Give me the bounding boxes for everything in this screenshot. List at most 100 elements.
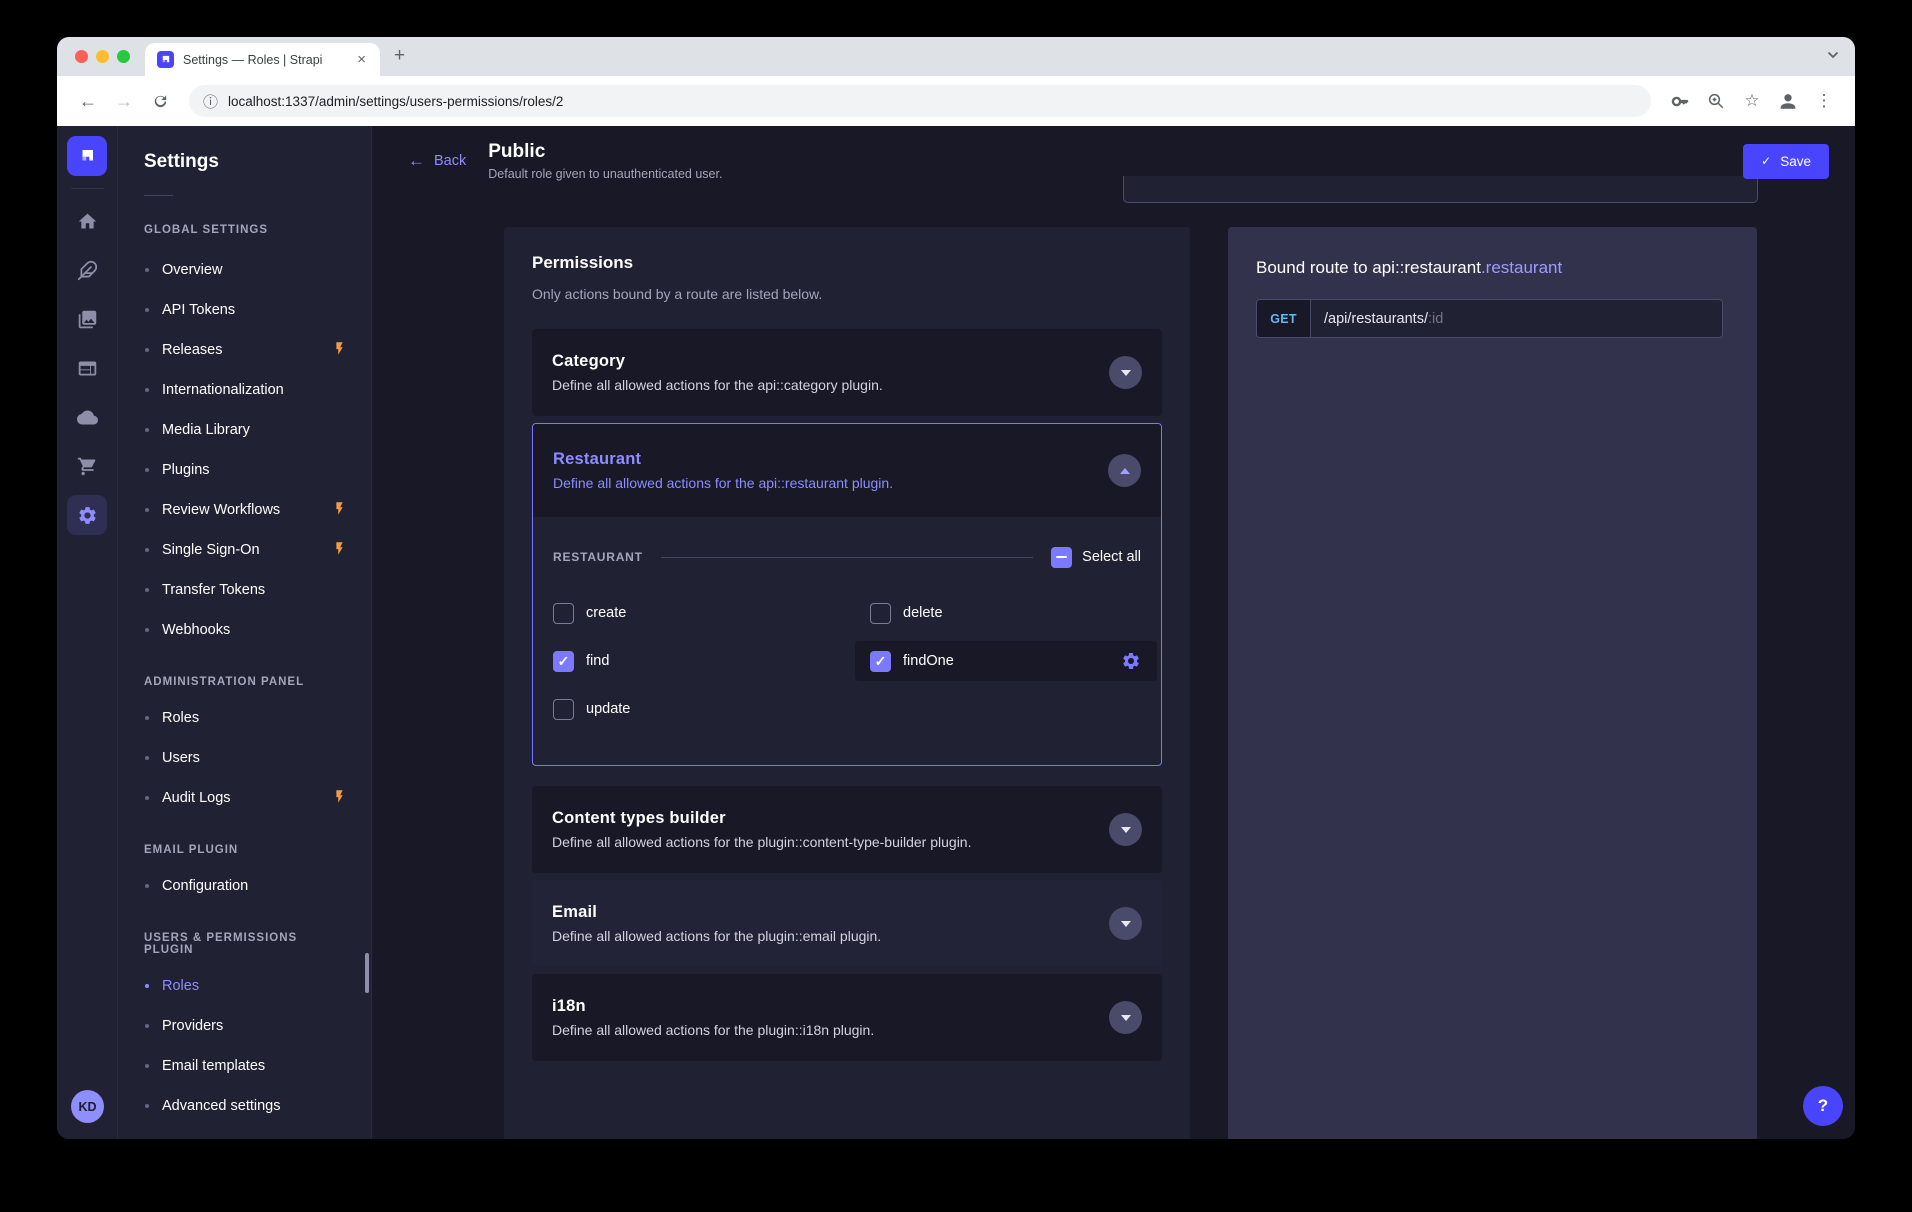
sidebar-scrollbar[interactable] — [365, 953, 369, 993]
close-window-button[interactable] — [75, 50, 88, 63]
group-label: RESTAURANT — [553, 550, 643, 564]
collapse-chevron-button[interactable] — [1108, 454, 1141, 487]
accordion-restaurant-header[interactable]: Restaurant Define all allowed actions fo… — [533, 424, 1161, 517]
expand-chevron-button[interactable] — [1109, 907, 1142, 940]
strapi-logo-button[interactable] — [67, 136, 107, 176]
chevron-down-icon — [1121, 827, 1131, 833]
permission-findone[interactable]: ✓ findOne — [855, 641, 1157, 681]
permission-find[interactable]: ✓ find — [553, 649, 870, 673]
tab-close-icon[interactable]: × — [353, 50, 370, 69]
accordion-i18n: i18n Define all allowed actions for the … — [532, 974, 1162, 1061]
content-manager-feather-icon[interactable] — [67, 250, 107, 290]
title-block: Public Default role given to unauthentic… — [488, 141, 722, 181]
select-all-checkbox[interactable] — [1051, 547, 1072, 568]
save-button[interactable]: ✓ Save — [1743, 144, 1829, 179]
sidebar-item-single-sign-on[interactable]: Single Sign-On — [118, 530, 371, 570]
sidebar-item-internationalization[interactable]: Internationalization — [118, 370, 371, 410]
permission-update[interactable]: ✓ update — [553, 697, 870, 721]
expand-chevron-button[interactable] — [1109, 1001, 1142, 1034]
new-tab-button[interactable]: + — [394, 45, 405, 67]
select-all-control[interactable]: Select all — [1051, 547, 1141, 568]
section-email-plugin: EMAIL PLUGIN — [144, 844, 345, 856]
home-icon[interactable] — [67, 201, 107, 241]
browser-tab[interactable]: Settings — Roles | Strapi × — [145, 43, 380, 76]
accordion-list: Category Define all allowed actions for … — [532, 329, 1162, 1061]
bolt-icon — [332, 501, 347, 520]
sidebar-item-admin-users[interactable]: Users — [118, 738, 371, 778]
restaurant-group-row: RESTAURANT Select all — [553, 545, 1141, 569]
accordion-i18n-header[interactable]: i18n Define all allowed actions for the … — [532, 974, 1162, 1061]
page-header: ← Back Public Default role given to unau… — [372, 126, 1855, 196]
bolt-icon — [332, 341, 347, 360]
help-button[interactable]: ? — [1803, 1086, 1843, 1126]
permission-delete[interactable]: ✓ delete — [870, 601, 1141, 625]
sidebar-item-overview[interactable]: Overview — [118, 250, 371, 290]
profile-avatar-icon[interactable] — [1773, 86, 1803, 116]
sidebar-title: Settings — [144, 150, 371, 174]
delete-checkbox[interactable]: ✓ — [870, 603, 891, 624]
sidebar-item-releases[interactable]: Releases — [118, 330, 371, 370]
bullet-dot — [145, 628, 149, 632]
site-info-icon[interactable]: ⓘ — [203, 91, 218, 112]
http-method-badge: GET — [1257, 300, 1311, 337]
settings-gear-icon[interactable] — [67, 495, 107, 535]
browser-menu-icon[interactable]: ⋮ — [1809, 86, 1839, 116]
zoom-in-icon[interactable] — [1701, 86, 1731, 116]
sidebar-item-email-templates[interactable]: Email templates — [118, 1046, 371, 1086]
sidebar-item-api-tokens[interactable]: API Tokens — [118, 290, 371, 330]
route-param: :id — [1428, 311, 1443, 327]
update-checkbox[interactable]: ✓ — [553, 699, 574, 720]
sidebar-item-admin-roles[interactable]: Roles — [118, 698, 371, 738]
bound-route-highlight: .restaurant — [1481, 258, 1562, 277]
reload-button[interactable] — [145, 86, 175, 116]
findone-checkbox[interactable]: ✓ — [870, 651, 891, 672]
expand-chevron-button[interactable] — [1109, 356, 1142, 389]
strapi-cloud-icon[interactable] — [67, 397, 107, 437]
back-button[interactable]: ← — [73, 86, 103, 116]
minimize-window-button[interactable] — [96, 50, 109, 63]
sidebar-item-providers[interactable]: Providers — [118, 1006, 371, 1046]
accordion-category: Category Define all allowed actions for … — [532, 329, 1162, 416]
bound-route-title: Bound route to api::restaurant.restauran… — [1256, 258, 1729, 278]
permission-create[interactable]: ✓ create — [553, 601, 870, 625]
sidebar-item-review-workflows[interactable]: Review Workflows — [118, 490, 371, 530]
accordion-ctb-header[interactable]: Content types builder Define all allowed… — [532, 786, 1162, 873]
tab-search-chevron-icon[interactable] — [1825, 47, 1841, 68]
accordion-category-header[interactable]: Category Define all allowed actions for … — [532, 329, 1162, 416]
restaurant-permissions-body: RESTAURANT Select all ✓ creat — [533, 545, 1161, 765]
chevron-down-icon — [1121, 370, 1131, 376]
marketplace-cart-icon[interactable] — [67, 446, 107, 486]
find-checkbox[interactable]: ✓ — [553, 651, 574, 672]
settings-sidebar: Settings GLOBAL SETTINGS Overview API To… — [118, 126, 372, 1139]
sidebar-item-advanced-settings[interactable]: Advanced settings — [118, 1086, 371, 1126]
chevron-down-icon — [1121, 921, 1131, 927]
password-key-icon[interactable] — [1665, 86, 1695, 116]
user-avatar[interactable]: KD — [71, 1090, 104, 1123]
expand-chevron-button[interactable] — [1109, 813, 1142, 846]
address-bar[interactable]: ⓘ localhost:1337/admin/settings/users-pe… — [189, 85, 1651, 117]
sidebar-item-plugins[interactable]: Plugins — [118, 450, 371, 490]
sidebar-item-webhooks[interactable]: Webhooks — [118, 610, 371, 650]
section-administration-panel: ADMINISTRATION PANEL — [144, 676, 345, 688]
create-checkbox[interactable]: ✓ — [553, 603, 574, 624]
sidebar-item-media-library[interactable]: Media Library — [118, 410, 371, 450]
accordion-email-header[interactable]: Email Define all allowed actions for the… — [532, 880, 1162, 967]
bullet-dot — [145, 548, 149, 552]
sidebar-item-transfer-tokens[interactable]: Transfer Tokens — [118, 570, 371, 610]
findone-settings-gear-icon[interactable] — [1121, 651, 1141, 671]
chevron-up-icon — [1120, 468, 1130, 474]
check-icon: ✓ — [1761, 154, 1771, 168]
back-link[interactable]: ← Back — [408, 151, 466, 171]
permissions-title: Permissions — [532, 253, 1162, 273]
rail-divider — [71, 188, 104, 189]
sidebar-item-configuration[interactable]: Configuration — [118, 866, 371, 906]
maximize-window-button[interactable] — [117, 50, 130, 63]
forward-button[interactable]: → — [109, 86, 139, 116]
content-type-builder-icon[interactable] — [67, 348, 107, 388]
accordion-restaurant: Restaurant Define all allowed actions fo… — [532, 423, 1162, 766]
sidebar-item-audit-logs[interactable]: Audit Logs — [118, 778, 371, 818]
bookmark-star-icon[interactable]: ☆ — [1737, 86, 1767, 116]
media-library-icon[interactable] — [67, 299, 107, 339]
sidebar-item-up-roles[interactable]: Roles — [118, 966, 371, 1006]
bullet-dot — [145, 716, 149, 720]
